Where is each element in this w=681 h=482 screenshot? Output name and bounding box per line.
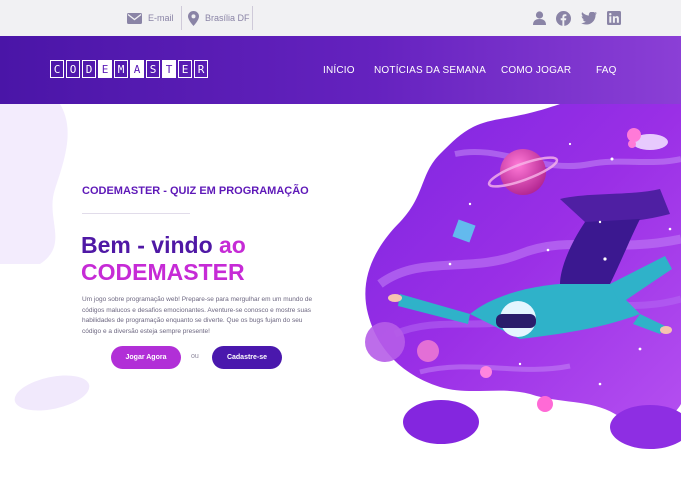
logo-letter: E bbox=[98, 60, 112, 78]
divider bbox=[82, 213, 190, 214]
logo-letter: A bbox=[130, 60, 144, 78]
hero-title-welcome: Bem - vindo bbox=[81, 232, 213, 258]
hero-illustration bbox=[0, 104, 681, 449]
email-label: E-mail bbox=[148, 13, 174, 23]
location-label: Brasília DF bbox=[205, 13, 250, 23]
logo-letter: T bbox=[162, 60, 176, 78]
balloon-shape bbox=[417, 340, 439, 362]
social-links bbox=[533, 0, 621, 36]
nav-faq[interactable]: FAQ bbox=[596, 36, 617, 104]
hero-title: Bem - vindo ao CODEMASTER bbox=[81, 232, 246, 286]
logo-letter: S bbox=[146, 60, 160, 78]
envelope-icon bbox=[127, 12, 142, 24]
planet-shape bbox=[500, 149, 546, 195]
logo-letter: R bbox=[194, 60, 208, 78]
logo-letter: D bbox=[82, 60, 96, 78]
nav-link-inicio[interactable]: INÍCIO bbox=[323, 65, 355, 76]
soft-blob-bottom-left bbox=[14, 375, 90, 411]
divider bbox=[252, 6, 253, 30]
hero-subtitle: CODEMASTER - QUIZ EM PROGRAMAÇÃO bbox=[82, 185, 309, 197]
or-separator: ou bbox=[191, 353, 199, 360]
planet-shape bbox=[365, 322, 405, 362]
hero-title-ao: ao bbox=[219, 232, 246, 258]
purple-blob-small bbox=[403, 400, 479, 444]
main-header: C O D E M A S T E R INÍCIO NOTÍCIAS DA S… bbox=[0, 36, 681, 104]
logo-letter: O bbox=[66, 60, 80, 78]
hero-description: Um jogo sobre programação web! Prepare-s… bbox=[82, 296, 313, 335]
linkedin-icon[interactable] bbox=[607, 11, 621, 25]
nav-link-faq[interactable]: FAQ bbox=[596, 65, 617, 76]
sign-up-button[interactable]: Cadastre-se bbox=[212, 346, 282, 369]
soft-blob-top-left bbox=[0, 104, 68, 264]
logo-letter: C bbox=[50, 60, 64, 78]
hero-section: CODEMASTER - QUIZ EM PROGRAMAÇÃO Bem - v… bbox=[0, 104, 681, 482]
nav-how-to-play[interactable]: COMO JOGAR bbox=[501, 36, 571, 104]
hero-title-brand: CODEMASTER bbox=[81, 259, 245, 285]
location-info: Brasília DF bbox=[188, 0, 250, 36]
logo-letter: E bbox=[178, 60, 192, 78]
twitter-icon[interactable] bbox=[581, 11, 597, 25]
user-icon[interactable] bbox=[533, 11, 546, 25]
email-link[interactable]: E-mail bbox=[127, 0, 174, 36]
facebook-icon[interactable] bbox=[556, 10, 571, 26]
nav-link-como-jogar[interactable]: COMO JOGAR bbox=[501, 65, 571, 76]
nav-home[interactable]: INÍCIO bbox=[323, 36, 355, 104]
balloon-shape bbox=[537, 396, 553, 412]
nav-news[interactable]: NOTÍCIAS DA SEMANA bbox=[374, 36, 486, 104]
logo-letter: M bbox=[114, 60, 128, 78]
codemaster-logo[interactable]: C O D E M A S T E R bbox=[50, 60, 210, 78]
top-bar: E-mail Brasília DF bbox=[0, 0, 681, 36]
divider bbox=[181, 6, 182, 30]
play-now-button[interactable]: Jogar Agora bbox=[111, 346, 181, 369]
map-pin-icon bbox=[188, 10, 199, 26]
nav-link-noticias[interactable]: NOTÍCIAS DA SEMANA bbox=[374, 65, 486, 76]
